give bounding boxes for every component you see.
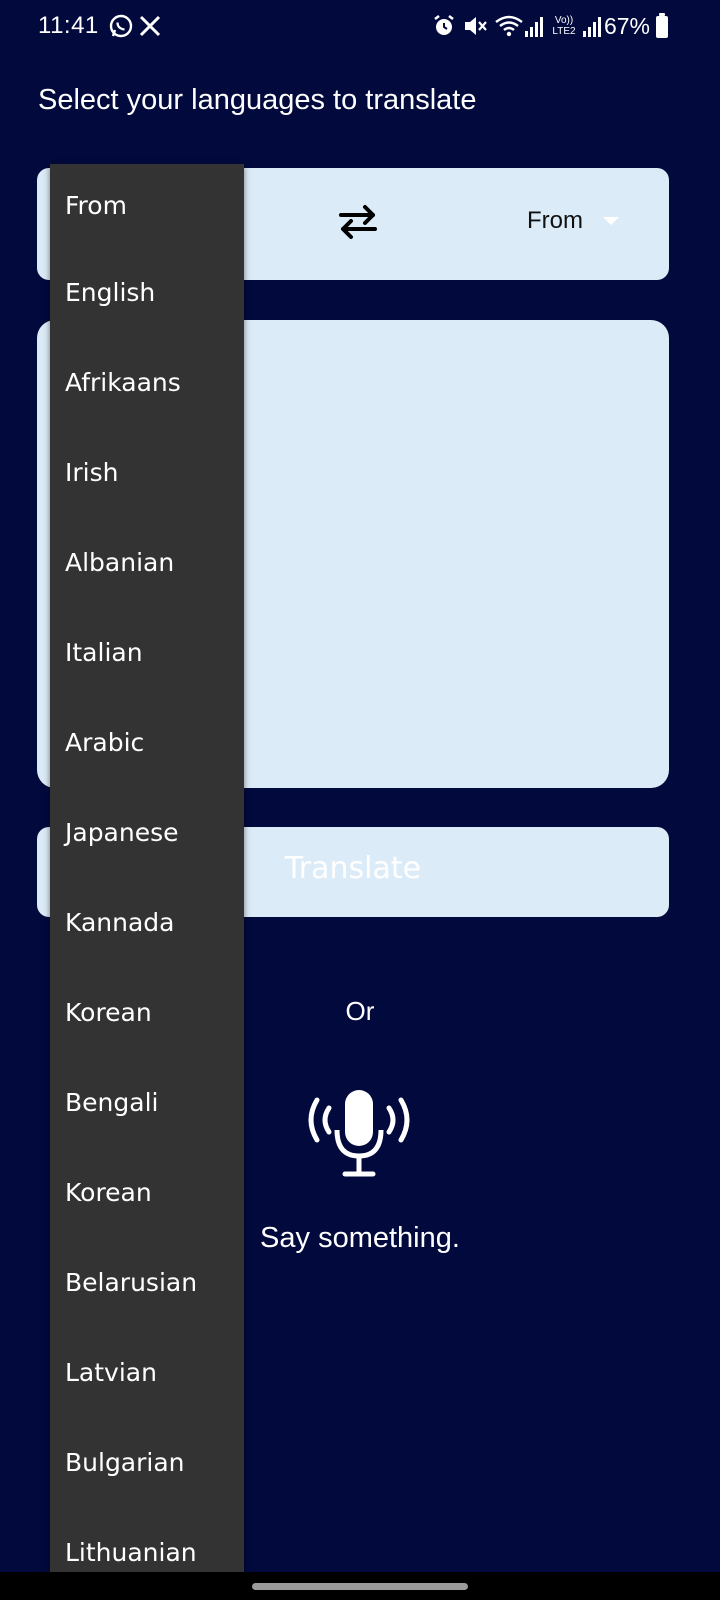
home-gesture-handle[interactable] <box>252 1583 468 1590</box>
dropdown-item[interactable]: Bulgarian <box>50 1418 244 1508</box>
page-title: Select your languages to translate <box>38 84 477 116</box>
dropdown-item[interactable]: Belarusian <box>50 1238 244 1328</box>
dropdown-item[interactable]: Korean <box>50 968 244 1058</box>
dropdown-item[interactable]: From <box>50 164 244 248</box>
dropdown-item[interactable]: Bengali <box>50 1058 244 1148</box>
dropdown-item[interactable]: Afrikaans <box>50 338 244 428</box>
dropdown-item[interactable]: Latvian <box>50 1328 244 1418</box>
source-language-dropdown[interactable]: From English Afrikaans Irish Albanian It… <box>50 164 244 1572</box>
battery-icon <box>656 13 668 38</box>
status-bar: 11:41 Vo)) LTE2 67% <box>0 0 720 56</box>
dropdown-item[interactable]: Japanese <box>50 788 244 878</box>
x-icon <box>138 12 162 40</box>
wifi-icon <box>494 12 524 40</box>
volte-icon: Vo)) LTE2 <box>550 12 578 40</box>
dropdown-item[interactable]: Albanian <box>50 518 244 608</box>
target-language-select[interactable]: From <box>527 206 619 236</box>
signal-icon-2 <box>582 12 604 40</box>
microphone-icon[interactable] <box>307 1088 411 1184</box>
dropdown-item[interactable]: Kannada <box>50 878 244 968</box>
target-language-value: From <box>527 207 583 234</box>
whatsapp-icon <box>108 12 134 40</box>
system-navigation-bar <box>0 1572 720 1600</box>
dropdown-item[interactable]: Italian <box>50 608 244 698</box>
dropdown-item[interactable]: Arabic <box>50 698 244 788</box>
dropdown-item[interactable]: Irish <box>50 428 244 518</box>
mute-icon <box>462 12 488 40</box>
battery-level: 67% <box>603 13 650 39</box>
chevron-down-icon <box>603 217 619 225</box>
status-time: 11:41 <box>38 12 99 39</box>
alarm-icon <box>432 12 456 40</box>
signal-icon <box>524 12 546 40</box>
dropdown-item[interactable]: Lithuanian <box>50 1508 244 1572</box>
volte-label: Vo)) LTE2 <box>552 15 576 37</box>
dropdown-item[interactable]: Korean <box>50 1148 244 1238</box>
swap-languages-icon[interactable] <box>327 198 389 248</box>
dropdown-item[interactable]: English <box>50 248 244 338</box>
